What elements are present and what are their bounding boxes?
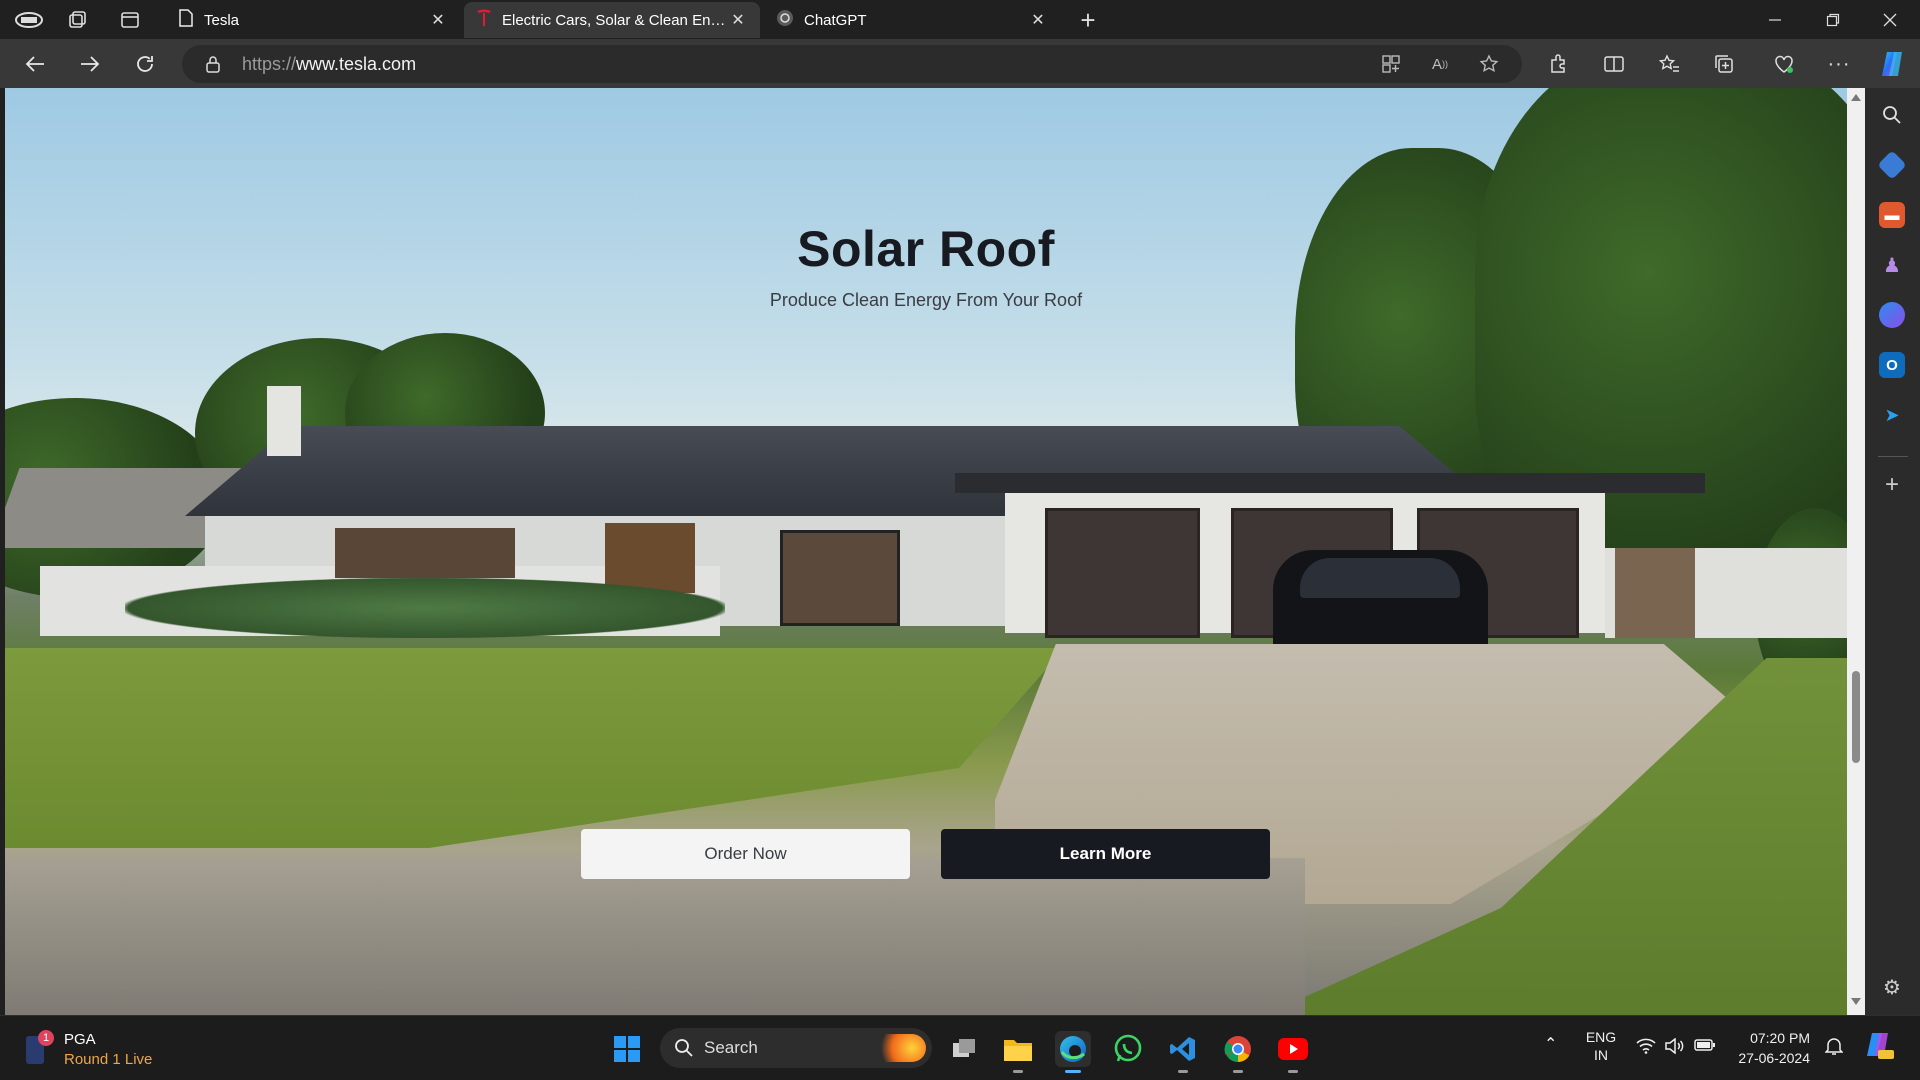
order-now-button[interactable]: Order Now (581, 829, 910, 879)
region-code: IN (1594, 1047, 1608, 1063)
taskbar-search-box[interactable]: Search (660, 1028, 932, 1068)
collections-icon[interactable] (1711, 51, 1737, 77)
forward-icon[interactable] (77, 51, 103, 77)
chrome-icon[interactable] (1220, 1031, 1256, 1073)
show-hidden-icons-chevron-icon[interactable]: ⌃ (1544, 1034, 1557, 1054)
refresh-icon[interactable] (132, 51, 158, 77)
browser-essentials-icon[interactable] (1771, 51, 1797, 77)
search-icon[interactable] (1879, 102, 1905, 128)
notification-badge: 1 (38, 1030, 54, 1046)
tab-title: ChatGPT (804, 11, 867, 29)
tab-tesla[interactable]: Tesla ✕ (166, 2, 460, 38)
clock-date: 27-06-2024 (1738, 1050, 1810, 1066)
url-prefix: https:// (242, 54, 297, 74)
running-indicator (1178, 1070, 1188, 1073)
edge-browser-icon[interactable] (1055, 1031, 1091, 1073)
url-text[interactable]: https://www.tesla.com (242, 54, 416, 75)
scroll-up-arrow-icon[interactable] (1851, 94, 1861, 101)
clock[interactable]: 07:20 PM 27-06-2024 (1728, 1028, 1810, 1068)
hero-title: Solar Roof (797, 221, 1055, 277)
scrollbar-thumb[interactable] (1852, 671, 1860, 763)
active-indicator (1065, 1070, 1081, 1073)
new-tab-icon[interactable]: + (1076, 5, 1100, 35)
profile-icon[interactable] (14, 8, 44, 32)
wifi-icon[interactable] (1636, 1038, 1656, 1058)
search-icon (674, 1038, 694, 1063)
battery-icon[interactable] (1694, 1038, 1716, 1056)
close-tab-icon[interactable]: ✕ (728, 10, 748, 30)
navigation-bar: https://www.tesla.com A)) ··· (0, 39, 1920, 88)
more-options-icon[interactable]: ··· (1826, 51, 1852, 77)
tab-electric-cars[interactable]: Electric Cars, Solar & Clean Energ ✕ (464, 2, 760, 38)
page-icon (178, 9, 194, 31)
copilot-icon[interactable] (1878, 51, 1908, 77)
chatgpt-icon (776, 9, 794, 31)
learn-more-button[interactable]: Learn More (941, 829, 1270, 879)
tab-actions-icon[interactable] (118, 8, 142, 32)
games-icon[interactable]: ♟ (1879, 252, 1905, 278)
vscode-icon[interactable] (1165, 1031, 1201, 1073)
tesla-logo-icon (476, 9, 492, 31)
close-tab-icon[interactable]: ✕ (1028, 10, 1048, 30)
volume-icon[interactable] (1664, 1037, 1684, 1058)
copilot-preview-icon[interactable] (1864, 1030, 1894, 1064)
favorite-star-icon[interactable] (1478, 53, 1500, 75)
search-highlight-comet-icon (870, 1034, 926, 1062)
address-bar[interactable]: https://www.tesla.com A)) (182, 45, 1522, 83)
app-available-icon[interactable] (1380, 53, 1402, 75)
shopping-tag-icon[interactable] (1877, 150, 1907, 180)
tab-chatgpt[interactable]: ChatGPT ✕ (764, 2, 1060, 38)
widget-subtitle: Round 1 Live (64, 1051, 153, 1068)
search-label: Search (704, 1038, 758, 1057)
language-code: ENG (1585, 1029, 1617, 1045)
workspaces-icon[interactable] (65, 8, 89, 32)
tools-briefcase-icon[interactable]: ▬ (1879, 202, 1905, 228)
microsoft-365-icon[interactable] (1879, 302, 1905, 328)
start-windows-icon[interactable] (609, 1031, 645, 1067)
tab-title: Electric Cars, Solar & Clean Energ (502, 11, 728, 29)
running-indicator (1233, 1070, 1243, 1073)
tesla-hero-page: Solar Roof Produce Clean Energy From You… (5, 88, 1847, 1015)
whatsapp-icon[interactable] (1110, 1031, 1146, 1067)
page-scrollbar[interactable] (1847, 88, 1865, 1015)
tab-strip: Tesla ✕ Electric Cars, Solar & Clean Ene… (0, 0, 1920, 39)
outlook-icon[interactable]: O (1879, 352, 1905, 378)
tab-title: Tesla (204, 11, 240, 29)
edge-sidebar: ▬ ♟ O ➤ + ⚙ (1865, 88, 1920, 1015)
url-domain: www.tesla.com (296, 54, 417, 74)
split-screen-icon[interactable] (1601, 51, 1627, 77)
sidebar-divider (1878, 456, 1908, 457)
favorites-icon[interactable] (1656, 51, 1682, 77)
lock-icon[interactable] (202, 53, 224, 75)
notification-bell-icon[interactable] (1824, 1036, 1844, 1060)
clock-time: 07:20 PM (1750, 1030, 1810, 1046)
windows-taskbar: 1 PGA Round 1 Live Search ⌃ ENG IN 07:20… (0, 1015, 1920, 1080)
read-aloud-icon[interactable]: A)) (1429, 53, 1451, 75)
restore-icon[interactable] (1821, 8, 1845, 32)
youtube-icon[interactable] (1275, 1031, 1311, 1073)
widget-title: PGA (64, 1031, 96, 1048)
add-sidebar-app-icon[interactable]: + (1879, 471, 1905, 498)
file-explorer-icon[interactable] (1000, 1031, 1036, 1073)
news-widget[interactable]: 1 PGA Round 1 Live (24, 1030, 154, 1070)
back-icon[interactable] (22, 51, 48, 77)
send-telegram-icon[interactable]: ➤ (1879, 402, 1905, 428)
running-indicator (1013, 1070, 1023, 1073)
hero-subtitle: Produce Clean Energy From Your Roof (769, 290, 1083, 310)
scroll-down-arrow-icon[interactable] (1851, 998, 1861, 1005)
running-indicator (1288, 1070, 1298, 1073)
extensions-icon[interactable] (1546, 51, 1572, 77)
settings-gear-icon[interactable]: ⚙ (1879, 974, 1905, 1000)
close-window-icon[interactable] (1878, 8, 1902, 32)
minimize-icon[interactable] (1763, 8, 1787, 32)
close-tab-icon[interactable]: ✕ (428, 10, 448, 30)
language-indicator[interactable]: ENG IN (1583, 1028, 1619, 1064)
task-view-icon[interactable] (946, 1031, 982, 1067)
